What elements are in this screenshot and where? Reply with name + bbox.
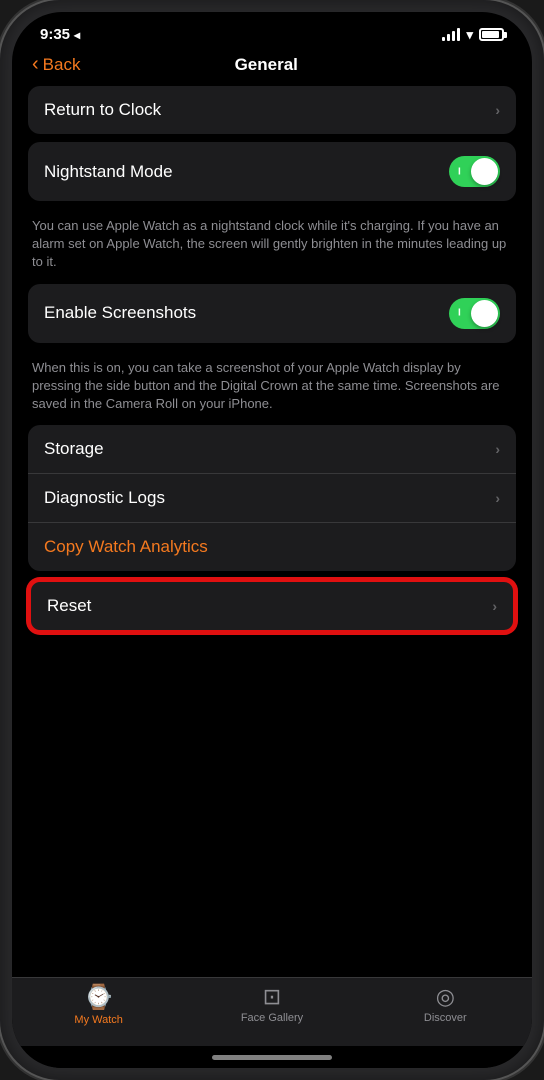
home-indicator [12, 1046, 532, 1068]
reset-item[interactable]: Reset › [31, 582, 513, 630]
diagnostic-logs-label: Diagnostic Logs [44, 488, 495, 508]
discover-icon: ◎ [436, 986, 455, 1008]
wifi-icon: ▾ [466, 27, 473, 43]
return-to-clock-group: Return to Clock › [28, 86, 516, 134]
reset-group: Reset › [28, 579, 516, 633]
face-gallery-label: Face Gallery [241, 1012, 303, 1024]
page-title: General [80, 55, 452, 75]
storage-chevron-icon: › [495, 441, 500, 457]
storage-label: Storage [44, 439, 495, 459]
chevron-right-icon: › [495, 102, 500, 118]
toggle-i-label: I [458, 166, 461, 177]
nightstand-group: Nightstand Mode I [28, 142, 516, 201]
return-to-clock-item[interactable]: Return to Clock › [28, 86, 516, 134]
back-button[interactable]: ‹ Back [32, 53, 80, 76]
nightstand-toggle[interactable]: I [449, 156, 500, 187]
face-gallery-icon: ⊡ [263, 986, 281, 1008]
home-bar [212, 1055, 332, 1060]
screenshots-group: Enable Screenshots I [28, 284, 516, 343]
nightstand-mode-item[interactable]: Nightstand Mode I [28, 142, 516, 201]
enable-screenshots-item[interactable]: Enable Screenshots I [28, 284, 516, 343]
screenshots-toggle[interactable]: I [449, 298, 500, 329]
toggle-knob [471, 158, 498, 185]
enable-screenshots-label: Enable Screenshots [44, 303, 449, 323]
tab-discover[interactable]: ◎ Discover [359, 986, 532, 1024]
my-watch-label: My Watch [74, 1014, 123, 1026]
tab-face-gallery[interactable]: ⊡ Face Gallery [185, 986, 358, 1024]
storage-item[interactable]: Storage › [28, 425, 516, 474]
reset-chevron-icon: › [492, 598, 497, 614]
discover-label: Discover [424, 1012, 467, 1024]
copy-watch-analytics-item[interactable]: Copy Watch Analytics [28, 523, 516, 571]
reset-label: Reset [47, 596, 492, 616]
diagnostic-chevron-icon: › [495, 490, 500, 506]
time-display: 9:35 [40, 26, 70, 43]
nightstand-description: You can use Apple Watch as a nightstand … [28, 209, 516, 284]
back-label: Back [43, 55, 81, 75]
content-area: Return to Clock › Nightstand Mode I You … [12, 86, 532, 977]
tab-bar: ⌚ My Watch ⊡ Face Gallery ◎ Discover [12, 977, 532, 1046]
battery-icon [479, 28, 504, 41]
toggle-i-label2: I [458, 308, 461, 319]
tab-my-watch[interactable]: ⌚ My Watch [12, 986, 185, 1026]
signal-bars [442, 28, 460, 41]
location-icon: ◂ [74, 28, 80, 42]
storage-group: Storage › Diagnostic Logs › Copy Watch A… [28, 425, 516, 571]
return-to-clock-label: Return to Clock [44, 100, 495, 120]
nav-bar: ‹ Back General [12, 47, 532, 86]
my-watch-icon: ⌚ [84, 986, 114, 1010]
notch [207, 12, 337, 36]
toggle-knob2 [471, 300, 498, 327]
nightstand-mode-label: Nightstand Mode [44, 162, 449, 182]
diagnostic-logs-item[interactable]: Diagnostic Logs › [28, 474, 516, 523]
copy-watch-analytics-label: Copy Watch Analytics [44, 537, 208, 556]
screenshots-description: When this is on, you can take a screensh… [28, 351, 516, 426]
chevron-left-icon: ‹ [32, 53, 39, 76]
